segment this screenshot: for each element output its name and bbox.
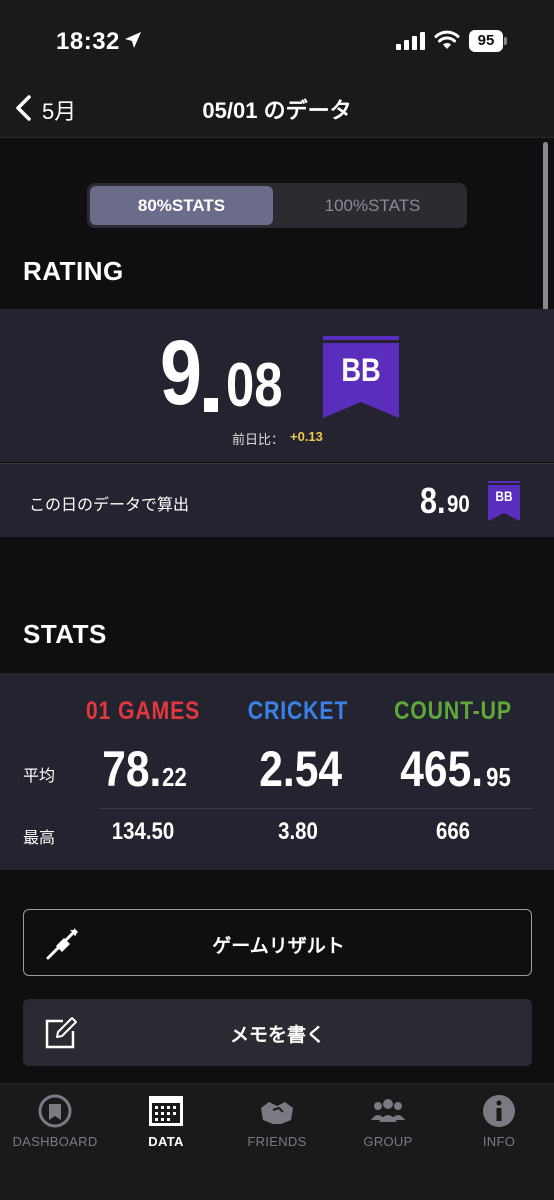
calendar-icon: [149, 1096, 183, 1126]
tab-data-label: DATA: [148, 1134, 184, 1149]
battery-icon: 95: [469, 30, 507, 52]
avg-count-up: 465. 95: [373, 740, 533, 798]
avg-01-games: 78.22: [63, 740, 223, 798]
page-title: 05/01 のデータ: [202, 98, 352, 123]
flight-class-label: BB: [341, 352, 381, 388]
dashboard-icon: [38, 1094, 72, 1128]
col-head-cricket: CRICKET: [247, 697, 349, 725]
tab-group-label: GROUP: [363, 1134, 413, 1149]
tab-dashboard-label: DASHBOARD: [12, 1134, 98, 1149]
navigation-bar: 5月 05/01 のデータ: [0, 80, 554, 138]
diff-value: +0.13: [290, 429, 323, 444]
battery-level: 95: [469, 30, 503, 52]
rating-value-integer: 9: [160, 322, 202, 424]
rating-decimal-point: [204, 398, 218, 412]
day-rating-decimal: 90: [447, 491, 470, 518]
write-memo-label: メモを書く: [229, 1025, 325, 1046]
day-rating-integer: 8.: [420, 480, 446, 521]
game-result-label: ゲームリザルト: [212, 936, 345, 957]
tab-data[interactable]: DATA: [111, 1084, 221, 1164]
avg-row-label: 平均: [23, 768, 56, 785]
tab-friends[interactable]: FRIENDS: [222, 1084, 332, 1164]
tab-friends-label: FRIENDS: [247, 1134, 307, 1149]
tab-bar: DASHBOARD DATA FRIENDS GROUP INFO: [0, 1083, 554, 1200]
cellular-signal-icon: [396, 32, 425, 50]
avg-count-up-dec: 95: [486, 762, 511, 792]
max-row-label: 最高: [23, 830, 56, 847]
tab-info[interactable]: INFO: [444, 1084, 554, 1164]
tab-group[interactable]: GROUP: [333, 1084, 443, 1164]
avg-cricket-int: 2.54: [259, 741, 343, 797]
avg-cricket: 2.54: [218, 740, 378, 798]
tab-dashboard[interactable]: DASHBOARD: [0, 1084, 110, 1164]
group-icon: [371, 1099, 405, 1122]
friends-icon: [261, 1102, 293, 1124]
col-head-01-games: 01 GAMES: [85, 697, 201, 725]
max-count-up: 666: [435, 818, 471, 845]
info-icon: [483, 1095, 515, 1127]
day-flight-class-label: BB: [495, 488, 513, 504]
game-result-button[interactable]: ゲームリザルト: [23, 909, 532, 976]
stats-divider: [100, 808, 532, 809]
day-calculated-rating-row: この日のデータで算出 8. 90 BB: [0, 463, 554, 537]
rating-section-title: RATING: [23, 256, 124, 286]
rating-value-decimal: 08: [226, 351, 283, 420]
wifi-icon: [434, 30, 460, 49]
stats-section-title: STATS: [23, 619, 107, 649]
segment-100-stats[interactable]: 100%STATS: [281, 186, 464, 225]
day-calc-label: この日のデータで算出: [29, 497, 190, 514]
avg-01-games-dec: 22: [162, 762, 188, 792]
status-bar: 18:32 95: [0, 0, 554, 80]
avg-count-up-int: 465.: [400, 741, 483, 797]
max-01-games: 134.50: [111, 818, 175, 845]
diff-label: 前日比：: [232, 432, 285, 447]
avg-01-games-int: 78.: [101, 741, 162, 797]
col-head-count-up: COUNT-UP: [394, 697, 512, 725]
status-time: 18:32: [56, 28, 120, 55]
tab-info-label: INFO: [482, 1134, 516, 1149]
max-cricket: 3.80: [278, 818, 318, 845]
write-memo-button[interactable]: メモを書く: [23, 999, 532, 1066]
battery-tip: [504, 37, 507, 45]
stats-mode-segmented-control: 80%STATS 100%STATS: [87, 183, 467, 228]
segment-80-stats[interactable]: 80%STATS: [90, 186, 273, 225]
location-arrow-icon: [125, 32, 141, 48]
